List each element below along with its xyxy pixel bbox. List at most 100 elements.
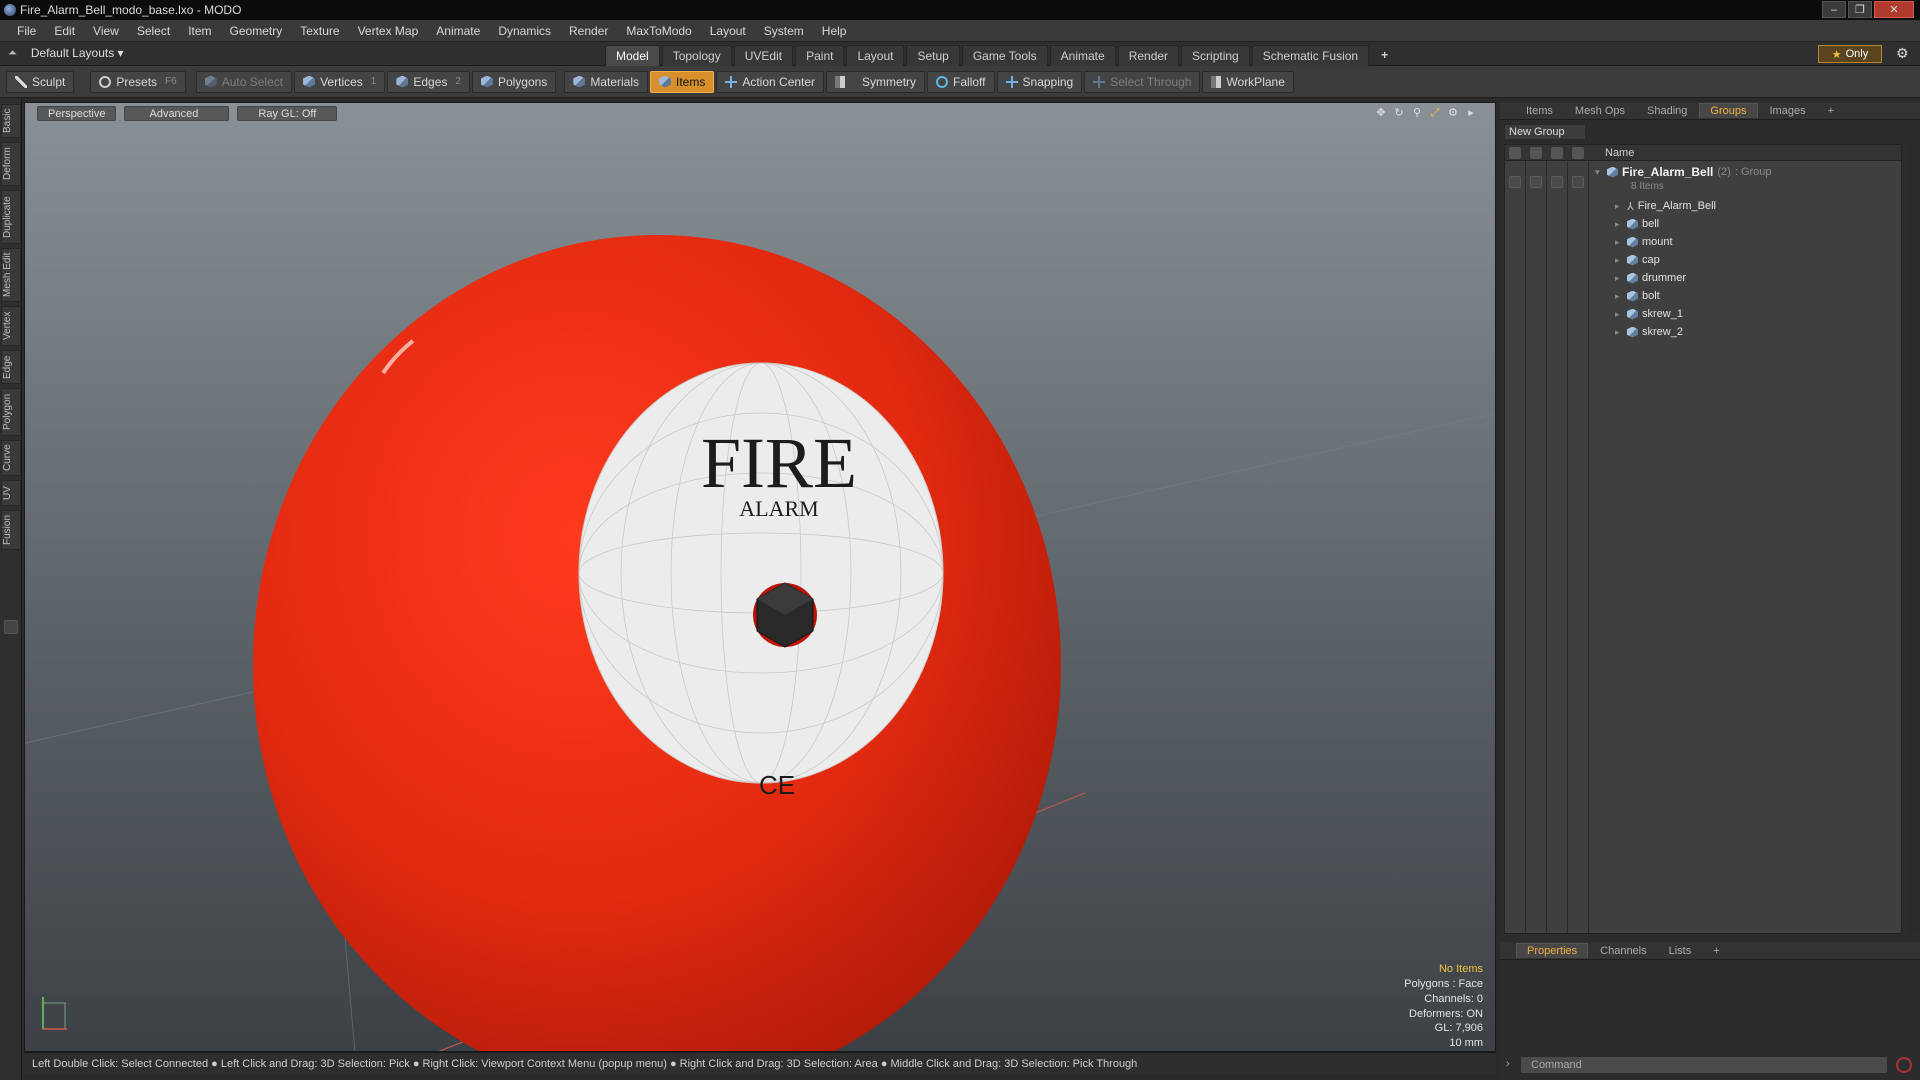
tab-layout[interactable]: Layout [846,45,905,68]
tab-uvedit[interactable]: UVEdit [733,45,794,68]
tree-item-row[interactable]: ▸ drummer [1615,269,1686,287]
menu-system[interactable]: System [755,24,813,38]
group-lock-toggle-icon[interactable] [1551,176,1563,188]
group-visibility-eye-icon[interactable] [1509,176,1521,188]
panel-tab-images[interactable]: Images [1760,104,1816,118]
polygons-mode-button[interactable]: Polygons [471,70,557,93]
vtab-mesh-edit[interactable]: Mesh Edit [1,248,21,302]
tab-animate[interactable]: Animate [1049,45,1116,68]
visibility-column-eye-icon[interactable] [1509,147,1521,159]
tab-schematic-fusion[interactable]: Schematic Fusion [1251,45,1370,68]
select-through-button[interactable]: Select Through [1084,70,1201,93]
tree-item-row[interactable]: ▸ skrew_1 [1615,305,1683,323]
menu-file[interactable]: File [8,24,45,38]
rotate-view-icon[interactable]: ↻ [1393,107,1405,119]
default-layouts-dropdown[interactable]: Default Layouts ▾ [31,46,124,60]
collapse-triangle-icon[interactable]: ▾ [1595,167,1603,178]
symmetry-button[interactable]: Symmetry [826,70,926,93]
expand-triangle-icon[interactable]: ▸ [1615,255,1623,266]
edges-mode-button[interactable]: Edges 2 [387,70,470,93]
expand-triangle-icon[interactable]: ▸ [1615,273,1623,284]
layout-toggle-icon[interactable]: ⏶ [8,47,17,60]
panel-tab-channels[interactable]: Channels [1590,944,1656,958]
panel-tab-lists[interactable]: Lists [1659,944,1702,958]
panel-add-tab-button[interactable]: + [1818,104,1844,118]
command-expand-arrow-icon[interactable]: › [1506,1058,1510,1070]
menu-edit[interactable]: Edit [45,24,84,38]
expand-triangle-icon[interactable]: ▸ [1615,327,1623,338]
menu-select[interactable]: Select [128,24,179,38]
command-record-button[interactable] [1896,1057,1912,1073]
pan-view-icon[interactable]: ✥ [1375,107,1387,119]
menu-item[interactable]: Item [179,24,220,38]
tree-scrollbar[interactable] [1908,144,1920,934]
maximize-button[interactable]: ❐ [1848,1,1872,18]
panel-tab-properties[interactable]: Properties [1516,943,1589,958]
panel-tab-mesh-ops[interactable]: Mesh Ops [1565,104,1635,118]
tab-topology[interactable]: Topology [661,45,732,68]
tree-item-row[interactable]: ▸ ⅄ Fire_Alarm_Bell [1615,197,1716,215]
menu-dynamics[interactable]: Dynamics [489,24,560,38]
command-input[interactable]: Command [1520,1056,1888,1074]
tab-paint[interactable]: Paint [795,45,845,68]
tree-item-row[interactable]: ▸ skrew_2 [1615,323,1683,341]
perspective-dropdown[interactable]: Perspective [37,106,117,121]
expand-triangle-icon[interactable]: ▸ [1615,309,1623,320]
tab-model[interactable]: Model [605,45,660,68]
zoom-view-icon[interactable]: ⚲ [1411,107,1423,119]
tab-setup[interactable]: Setup [906,45,960,68]
tab-render[interactable]: Render [1117,45,1180,68]
lock-column-icon[interactable] [1551,147,1563,159]
expand-triangle-icon[interactable]: ▸ [1615,291,1623,302]
panel-tab-items[interactable]: Items [1516,104,1563,118]
workplane-button[interactable]: WorkPlane [1202,70,1294,93]
materials-mode-button[interactable]: Materials [564,70,648,93]
properties-add-tab-button[interactable]: + [1703,944,1729,958]
action-center-button[interactable]: Action Center [716,70,825,93]
menu-animate[interactable]: Animate [427,24,489,38]
group-render-toggle-icon[interactable] [1530,176,1542,188]
vtab-deform[interactable]: Deform [1,142,21,186]
viewport-settings-gear-icon[interactable]: ⚙ [1447,107,1459,119]
minimize-button[interactable]: – [1822,1,1846,18]
tab-scripting[interactable]: Scripting [1181,45,1250,68]
presets-button[interactable]: Presets F6 [90,70,186,93]
tree-item-row[interactable]: ▸ mount [1615,233,1673,251]
layout-settings-gear-icon[interactable]: ⚙ [1896,45,1909,62]
menu-view[interactable]: View [84,24,128,38]
tree-group-row[interactable]: ▾ Fire_Alarm_Bell (2) : Group [1595,163,1772,181]
sculpt-button[interactable]: Sculpt [6,70,75,93]
menu-render[interactable]: Render [560,24,617,38]
advanced-shading-dropdown[interactable]: Advanced [124,106,230,121]
tree-item-row[interactable]: ▸ bolt [1615,287,1660,305]
expand-triangle-icon[interactable]: ▸ [1615,201,1623,212]
vtab-edge[interactable]: Edge [1,350,21,384]
expand-triangle-icon[interactable]: ▸ [1615,219,1623,230]
vtab-vertex[interactable]: Vertex [1,306,21,346]
vertices-mode-button[interactable]: Vertices 1 [294,70,386,93]
auto-select-button[interactable]: Auto Select [195,70,293,93]
vtab-curve[interactable]: Curve [1,440,21,476]
tree-item-row[interactable]: ▸ cap [1615,251,1660,269]
fit-view-icon[interactable]: ⤢ [1429,107,1441,119]
render-column-icon[interactable] [1530,147,1542,159]
menu-geometry[interactable]: Geometry [221,24,292,38]
new-group-button[interactable]: New Group [1504,124,1586,140]
expand-triangle-icon[interactable]: ▸ [1615,237,1623,248]
vtab-uv[interactable]: UV [1,480,21,506]
snapping-button[interactable]: Snapping [996,70,1083,93]
vtab-fusion[interactable]: Fusion [1,510,21,550]
menu-help[interactable]: Help [813,24,856,38]
menu-vertex-map[interactable]: Vertex Map [349,24,428,38]
select-column-icon[interactable] [1572,147,1584,159]
panel-tab-shading[interactable]: Shading [1637,104,1697,118]
items-mode-button[interactable]: Items [650,70,715,93]
menu-texture[interactable]: Texture [291,24,348,38]
add-tab-button[interactable]: + [1371,45,1398,68]
falloff-button[interactable]: Falloff [927,70,995,93]
menu-layout[interactable]: Layout [701,24,755,38]
group-select-toggle-icon[interactable] [1572,176,1584,188]
tab-game-tools[interactable]: Game Tools [961,45,1048,68]
vtab-duplicate[interactable]: Duplicate [1,190,21,244]
vtab-basic[interactable]: Basic [1,104,21,138]
